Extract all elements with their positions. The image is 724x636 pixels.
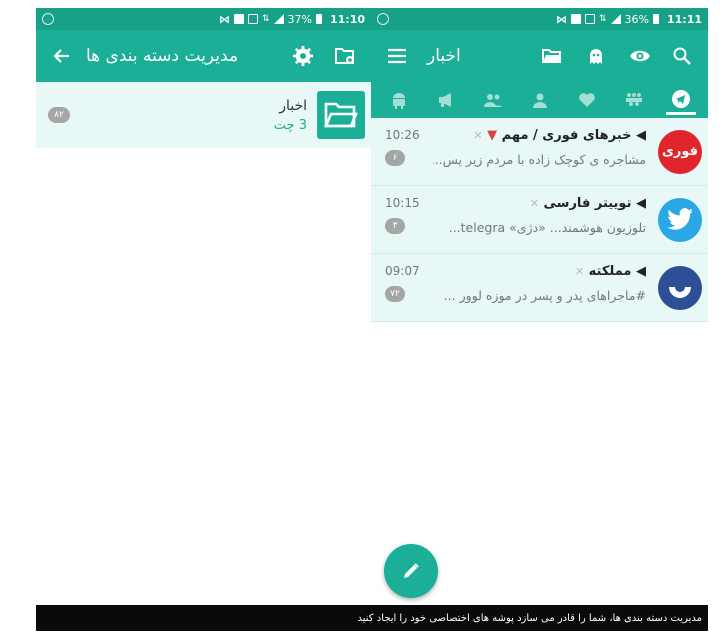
chat-preview: #ماجراهای پدر و پسر در موزه لوور ... [443,288,646,303]
app-bar: مدیریت دسته بندی ها [36,30,371,82]
folder-unread-badge: ۸۲ [48,107,70,123]
category-tabs [371,82,708,118]
tab-groups[interactable] [478,85,508,115]
twitter-bird-icon [658,197,702,242]
chat-texts: ◀ خبرهای فوری / مهم ▼ ✕ مشاجره ی کوچک زا… [433,118,652,185]
signal-icon [610,14,621,24]
status-icons: ⋈ ⇅ 37% 11:10 [219,13,365,26]
data-icon: ⇅ [261,14,270,24]
chat-meta: 10:26 ۶ [371,118,433,185]
battery-percent: 36% [624,12,649,26]
chat-title: ◀ مملکته ✕ [433,264,646,279]
notification-dot-icon [42,13,54,25]
pin-icon: ▼ [487,128,498,143]
signal-icon [273,14,284,24]
eye-icon[interactable] [626,42,654,70]
battery-icon [315,14,322,24]
status-bar: ⋈ ⇅ 36% 11:11 [371,8,708,30]
clock: 11:10 [329,12,365,26]
group-icon [483,94,502,107]
sim-icon [233,14,244,24]
battery-percent: 37% [287,12,312,26]
chat-list-item[interactable]: 10:26 ۶ ◀ خبرهای فوری / مهم ▼ ✕ مشاجره ی… [371,118,708,186]
chat-title-text: توییتر فارسی [543,196,632,211]
vibrate-icon: ⋈ [218,12,230,26]
tab-users[interactable] [525,85,555,115]
chat-preview: مشاجره ی کوچک زاده با مردم زیر پس... [433,152,646,167]
chat-time: 10:15 [385,196,420,210]
folder-texts: اخبار 3 چت [70,98,317,133]
bots-icon [625,93,642,106]
logo-icon [658,265,702,310]
status-bar: ⋈ ⇅ 37% 11:10 [36,8,371,30]
ghost-icon[interactable] [582,42,610,70]
unread-badge: ۳ [385,218,405,234]
clock: 11:11 [666,12,702,26]
muted-icon: ✕ [529,197,539,210]
image-icon [247,14,258,24]
tab-supergroups[interactable] [619,85,649,115]
unread-badge: ۷۲ [385,286,405,302]
sim-icon [570,14,581,24]
channel-icon: ◀ [636,196,646,211]
chat-title: ◀ خبرهای فوری / مهم ▼ ✕ [433,128,646,143]
chat-preview: تلوزیون هوشمند... «دژی» telegra... [448,220,646,235]
megaphone-icon [438,93,451,107]
page-title: اخبار [427,46,461,66]
caption-text: مدیریت دسته بندی ها، شما را قادر می سازد… [36,605,708,631]
chat-texts: ◀ مملکته ✕ #ماجراهای پدر و پسر در موزه ل… [433,254,652,321]
chat-title-text: خبرهای فوری / مهم [501,128,632,143]
telegram-icon [671,89,690,108]
chat-list-item[interactable]: 10:15 ۳ ◀ توییتر فارسی ✕ تلوزیون هوشمند.… [371,186,708,254]
chat-time: 10:26 [385,128,420,142]
avatar: فوری [658,129,702,174]
data-icon: ⇅ [598,14,607,24]
chat-meta: 09:07 ۷۲ [371,254,433,321]
chat-title-text: مملکته [588,264,632,279]
android-icon [392,93,405,109]
folder-name: اخبار [279,97,307,114]
chat-list-item[interactable]: 09:07 ۷۲ ◀ مملکته ✕ #ماجراهای پدر و پسر … [371,254,708,322]
notification-dot-icon [377,13,389,25]
status-icons: ⋈ ⇅ 36% 11:11 [556,13,702,26]
app-bar: اخبار [371,30,708,82]
left-screen: ⋈ ⇅ 37% 11:10 مدیریت دسته بندی ها ۸۲ اخب… [36,8,371,605]
folder-list-item[interactable]: ۸۲ اخبار 3 چت [36,82,371,148]
channel-icon: ◀ [636,128,646,143]
tab-bots[interactable] [384,85,414,115]
user-icon [532,93,547,108]
menu-icon[interactable] [383,42,411,70]
tab-channels[interactable] [431,85,461,115]
muted-icon: ✕ [473,129,483,142]
heart-icon [578,93,595,107]
unread-badge: ۶ [385,150,405,166]
muted-icon: ✕ [574,265,585,278]
battery-icon [652,14,659,24]
compose-fab[interactable] [384,544,438,598]
screenshot-root: ⋈ ⇅ 37% 11:10 مدیریت دسته بندی ها ۸۲ اخب… [0,0,724,636]
vibrate-icon: ⋈ [555,12,567,26]
chat-avatar [652,186,708,253]
folder-chat-count: 3 چت [273,117,307,133]
chat-texts: ◀ توییتر فارسی ✕ تلوزیون هوشمند... «دژی»… [433,186,652,253]
folder-icon [317,91,365,139]
chat-avatar [652,254,708,321]
back-arrow-icon[interactable] [48,42,76,70]
page-title: مدیریت دسته بندی ها [86,46,239,66]
folder-icon[interactable] [538,42,566,70]
chat-time: 09:07 [385,264,420,278]
tab-all[interactable] [665,85,696,115]
chat-title: ◀ توییتر فارسی ✕ [433,196,646,211]
chat-meta: 10:15 ۳ [371,186,433,253]
settings-gear-icon[interactable] [289,42,317,70]
image-icon [584,14,595,24]
chat-avatar: فوری [652,118,708,185]
channel-icon: ◀ [636,264,646,279]
right-screen: ⋈ ⇅ 36% 11:11 اخبار 10:26 ۶ ◀ خبرهای فور… [371,8,708,605]
search-icon[interactable] [668,42,696,70]
pencil-icon [404,563,419,578]
new-folder-icon[interactable] [331,42,359,70]
tab-favorites[interactable] [572,85,602,115]
